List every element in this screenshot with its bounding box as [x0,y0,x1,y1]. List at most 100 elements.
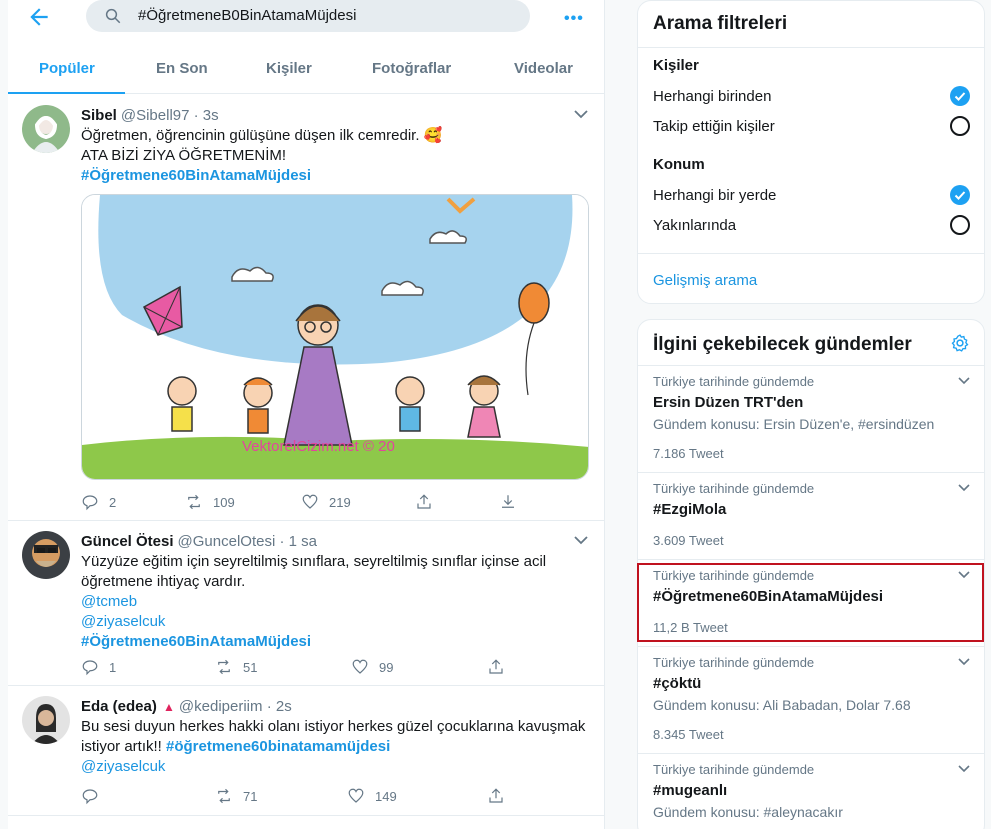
tab-popular[interactable]: Popüler [39,60,95,77]
chevron-down-icon[interactable] [574,109,588,119]
tweet-line: öğretmene ihtiyaç vardır. [81,573,246,590]
author-handle[interactable]: @kediperiim [179,698,263,715]
search-tabs: Popüler En Son Kişiler Fotoğraflar Video… [8,46,604,94]
trend-item[interactable]: Türkiye tarihinde gündemde #çöktü Gündem… [638,646,984,753]
tweet-text: Yüzyüze eğitim için seyreltilmiş sınıfla… [81,552,546,652]
mention-link[interactable]: @tcmeb [81,592,546,612]
people-filter-label: Kişiler [653,57,699,74]
trend-name[interactable]: Ersin Düzen TRT'den [653,394,803,411]
tweet-time[interactable]: · 3s [194,107,219,124]
retweet-count: 71 [243,788,258,804]
retweet-button[interactable]: 71 [215,786,257,806]
filter-option-following[interactable]: Takip ettiğin kişiler [653,118,775,135]
retweet-count: 51 [243,659,258,675]
search-input[interactable]: #ÖğretmeneB0BinAtamaMüjdesi [86,0,530,32]
author-handle[interactable]: @GuncelOtesi [178,533,276,550]
tab-latest[interactable]: En Son [156,60,208,77]
trend-subtitle: Gündem konusu: #aleynacakır [653,804,843,820]
tweet[interactable]: Güncel Ötesi @GuncelOtesi · 1 sa Yüzyüze … [8,521,604,686]
avatar[interactable] [22,696,70,744]
hashtag-link[interactable]: #Öğretmene60BinAtamaMüjdesi [81,166,442,186]
retweet-button[interactable]: 51 [215,657,257,677]
advanced-search-link[interactable]: Gelişmiş arama [653,272,757,289]
chevron-down-icon[interactable] [958,657,970,666]
tweet-text: Bu sesi duyun herkes hakki olanı istiyor… [81,717,585,777]
trend-count: 11,2 B Tweet [653,620,728,635]
trend-count: 7.186 Tweet [653,446,724,461]
radio-unchecked-icon[interactable] [950,116,970,136]
trends-card: İlgini çekebilecek gündemler Türkiye tar… [637,319,985,829]
author-name[interactable]: Sibel [81,107,117,124]
mention-link[interactable]: @ziyaselcuk [81,612,546,632]
back-arrow-icon[interactable] [26,4,52,30]
chevron-down-icon[interactable] [574,535,588,545]
reply-button[interactable]: 1 [81,657,116,677]
tab-videos[interactable]: Videolar [514,60,573,77]
trend-item[interactable]: Türkiye tarihinde gündemde #EzgiMola 3.6… [638,472,984,559]
trend-subtitle: Gündem konusu: Ali Babadan, Dolar 7.68 [653,697,911,713]
download-button[interactable] [499,492,527,512]
tweet-image[interactable]: VektorelCizim.net © 20 [81,194,589,480]
chevron-down-icon[interactable] [958,570,970,579]
tweet[interactable]: Eda (edea) ▲ @kediperiim · 2s Bu sesi duy… [8,686,604,816]
tweet-actions: 1 51 99 [81,657,581,677]
tweet-line-prefix: istiyor artık!! [81,738,167,755]
trend-item[interactable]: Türkiye tarihinde gündemde #Öğretmene60B… [638,559,984,646]
retweet-count: 109 [213,494,235,510]
share-button[interactable] [487,657,515,677]
active-tab-indicator [8,92,125,94]
filter-option-anyone[interactable]: Herhangi birinden [653,88,771,105]
tweet-time[interactable]: · 1 sa [279,533,317,550]
radio-unchecked-icon[interactable] [950,215,970,235]
hashtag-link[interactable]: #öğretmene60binatamamüjdesi [166,738,390,755]
radio-checked-icon[interactable] [950,86,970,106]
tab-people[interactable]: Kişiler [266,60,312,77]
tweet-time[interactable]: · 2s [267,698,292,715]
tab-photos[interactable]: Fotoğraflar [372,60,451,77]
share-icon [489,788,503,803]
author-handle[interactable]: @Sibell97 [121,107,190,124]
reply-icon [82,495,98,511]
trend-item[interactable]: Türkiye tarihinde gündemde #mugeanlı Gün… [638,753,984,829]
heart-icon [352,659,368,674]
share-button[interactable] [487,786,515,806]
like-button[interactable]: 99 [351,657,393,677]
like-button[interactable]: 219 [301,492,351,512]
retweet-icon [218,788,230,804]
author-name[interactable]: Eda (edea) [81,698,157,715]
tweet-actions: 71 149 [81,786,581,806]
share-button[interactable] [415,492,443,512]
trend-name[interactable]: #Öğretmene60BinAtamaMüjdesi [653,588,883,605]
avatar[interactable] [22,531,70,579]
download-icon [502,495,514,508]
mention-link[interactable]: @ziyaselcuk [81,757,585,777]
gear-icon[interactable] [950,333,970,353]
retweet-button[interactable]: 109 [185,492,235,512]
trend-name[interactable]: #mugeanlı [653,782,727,799]
search-header: #ÖğretmeneB0BinAtamaMüjdesi ••• [8,0,604,36]
author-name[interactable]: Güncel Ötesi [81,533,174,550]
share-icon [417,494,431,509]
hashtag-link[interactable]: #Öğretmene60BinAtamaMüjdesi [81,632,546,652]
chevron-down-icon[interactable] [958,764,970,773]
radio-checked-icon[interactable] [950,185,970,205]
divider [638,253,984,254]
chevron-down-icon[interactable] [958,483,970,492]
tweet-line: Bu sesi duyun herkes hakki olanı istiyor… [81,718,586,735]
like-button[interactable]: 149 [347,786,397,806]
filter-option-anywhere[interactable]: Herhangi bir yerde [653,187,776,204]
trend-name[interactable]: #EzgiMola [653,501,726,518]
filter-option-nearby[interactable]: Yakınlarında [653,217,736,234]
reply-count: 1 [109,659,117,675]
reply-icon [82,660,98,676]
avatar[interactable] [22,105,70,153]
more-options-icon[interactable]: ••• [564,10,584,28]
location-filter-label: Konum [653,156,705,173]
reply-button[interactable]: 2 [81,492,116,512]
tweet[interactable]: Sibel @Sibell97 · 3s Öğretmen, öğrencinin… [8,95,604,521]
chevron-down-icon[interactable] [958,376,970,385]
trend-item[interactable]: Türkiye tarihinde gündemde Ersin Düzen T… [638,365,984,472]
reply-button[interactable] [81,786,109,806]
trend-name[interactable]: #çöktü [653,675,701,692]
tweet-line: ATA BİZİ ZİYA ÖĞRETMENİM! [81,147,287,164]
